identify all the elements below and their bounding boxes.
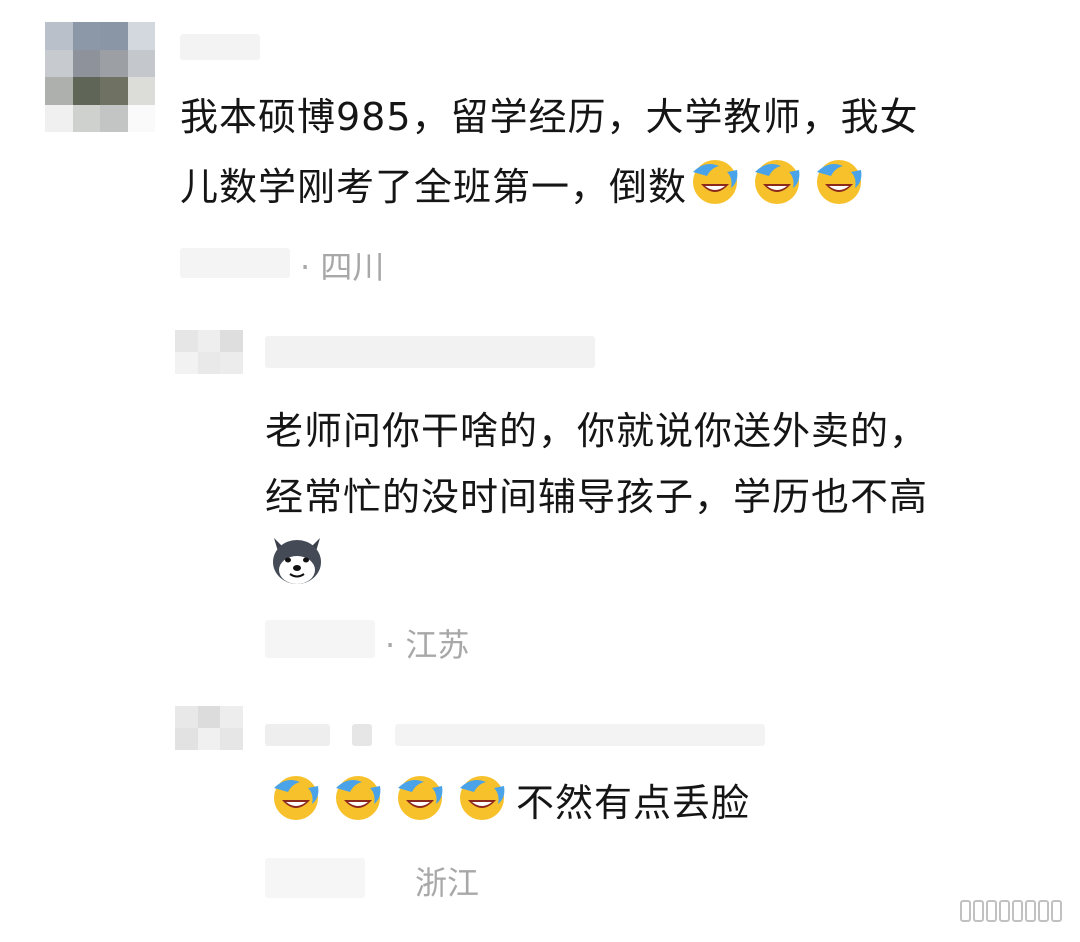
comment-1-line-2: 儿数学刚考了全班第一，倒数 bbox=[180, 152, 873, 222]
comment-3-line-1: 不然有点丢脸 bbox=[268, 768, 750, 838]
crying-laughing-icon bbox=[687, 154, 743, 206]
username-3[interactable] bbox=[265, 724, 330, 746]
username-1[interactable] bbox=[180, 34, 260, 60]
location-3: 浙江 bbox=[415, 864, 480, 902]
husky-dog-icon bbox=[268, 532, 326, 592]
crying-laughing-icon bbox=[811, 154, 867, 206]
timestamp-2 bbox=[265, 620, 375, 658]
avatar-3[interactable] bbox=[175, 706, 243, 750]
username-3-suffix bbox=[352, 724, 372, 746]
comment-2-line-1: 老师问你干啥的，你就说你送外卖的， bbox=[265, 409, 929, 453]
timestamp-3 bbox=[265, 858, 365, 898]
crying-laughing-icon bbox=[454, 770, 510, 822]
crying-laughing-icon bbox=[749, 154, 805, 206]
comment-2-line-2: 经常忙的没时间辅导孩子，学历也不高 bbox=[265, 475, 929, 519]
reply-target-3[interactable] bbox=[395, 724, 765, 746]
crying-laughing-icon bbox=[330, 770, 386, 822]
comment-1-line-1: 我本硕博985，留学经历，大学教师，我女 bbox=[180, 95, 919, 139]
comment-1-line-2-text: 儿数学刚考了全班第一，倒数 bbox=[180, 165, 688, 209]
avatar-1[interactable] bbox=[45, 22, 155, 132]
crying-laughing-icon bbox=[268, 770, 324, 822]
username-2[interactable] bbox=[265, 336, 595, 368]
location-1: · 四川 bbox=[300, 248, 385, 286]
location-2: · 江苏 bbox=[385, 626, 470, 664]
crying-laughing-icon bbox=[392, 770, 448, 822]
comment-3-text: 不然有点丢脸 bbox=[516, 781, 751, 825]
avatar-2[interactable] bbox=[175, 330, 243, 374]
timestamp-1 bbox=[180, 248, 290, 278]
watermark-icon bbox=[960, 900, 1062, 922]
